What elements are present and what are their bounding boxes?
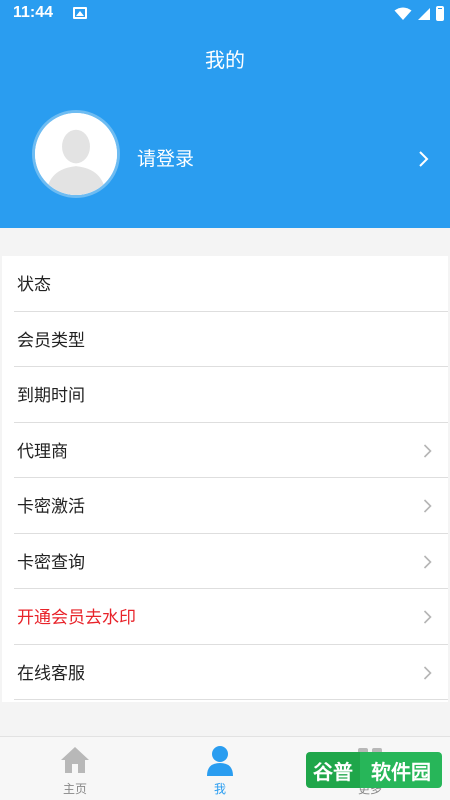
login-label[interactable]: 请登录 bbox=[137, 144, 194, 171]
menu-item-vip-remove-watermark[interactable]: 开通会员去水印 bbox=[2, 589, 448, 645]
signal-icon bbox=[418, 7, 430, 20]
nav-label: 我 bbox=[213, 782, 226, 796]
menu-item-expiry[interactable]: 到期时间 bbox=[2, 367, 448, 423]
avatar[interactable] bbox=[32, 110, 120, 198]
nav-home[interactable]: 主页 bbox=[0, 737, 150, 800]
chevron-right-icon bbox=[423, 610, 432, 624]
battery-icon bbox=[436, 6, 444, 21]
menu-item-label: 开通会员去水印 bbox=[17, 608, 136, 628]
nav-label: 主页 bbox=[62, 782, 87, 796]
menu-item-status[interactable]: 状态 bbox=[2, 256, 448, 312]
menu-item-label: 卡密激活 bbox=[17, 497, 85, 517]
chevron-right-icon bbox=[423, 443, 432, 458]
menu-item-agent[interactable]: 代理商 bbox=[2, 423, 448, 478]
watermark-text-left: 谷普 bbox=[306, 752, 360, 788]
menu-item-member-type[interactable]: 会员类型 bbox=[2, 312, 448, 367]
status-time: 11:44 bbox=[13, 4, 54, 21]
page-title: 我的 bbox=[205, 48, 245, 72]
divider bbox=[14, 699, 448, 700]
menu-list: 状态 会员类型 到期时间 代理商 卡密激活 卡密查询 开通会员去水印 在线客服 bbox=[2, 256, 448, 702]
menu-item-label: 在线客服 bbox=[17, 663, 85, 684]
chevron-right-icon bbox=[423, 554, 432, 569]
menu-item-card-query[interactable]: 卡密查询 bbox=[2, 534, 448, 589]
menu-item-online-service[interactable]: 在线客服 bbox=[2, 645, 448, 700]
login-row[interactable]: 请登录 bbox=[0, 108, 450, 208]
gallery-notification-icon bbox=[73, 7, 87, 19]
site-watermark: 谷普 软件园 bbox=[306, 752, 442, 788]
menu-item-label: 代理商 bbox=[17, 441, 68, 462]
default-avatar-icon bbox=[35, 113, 117, 195]
menu-item-label: 会员类型 bbox=[17, 330, 85, 351]
chevron-right-icon bbox=[423, 665, 432, 680]
person-icon bbox=[207, 746, 233, 776]
status-bar: 11:44 bbox=[0, 0, 450, 28]
menu-item-label: 到期时间 bbox=[17, 386, 85, 406]
home-icon bbox=[61, 747, 89, 773]
watermark-text-right: 软件园 bbox=[360, 752, 442, 788]
menu-item-label: 卡密查询 bbox=[17, 552, 85, 573]
chevron-right-icon bbox=[419, 151, 429, 167]
nav-me[interactable]: 我 bbox=[145, 737, 295, 800]
menu-item-label: 状态 bbox=[17, 275, 51, 295]
chevron-right-icon bbox=[423, 499, 432, 513]
profile-header: 11:44 我的 请登录 bbox=[0, 0, 450, 228]
menu-item-card-activate[interactable]: 卡密激活 bbox=[2, 478, 448, 534]
wifi-icon bbox=[394, 7, 412, 20]
status-indicators bbox=[394, 6, 444, 21]
